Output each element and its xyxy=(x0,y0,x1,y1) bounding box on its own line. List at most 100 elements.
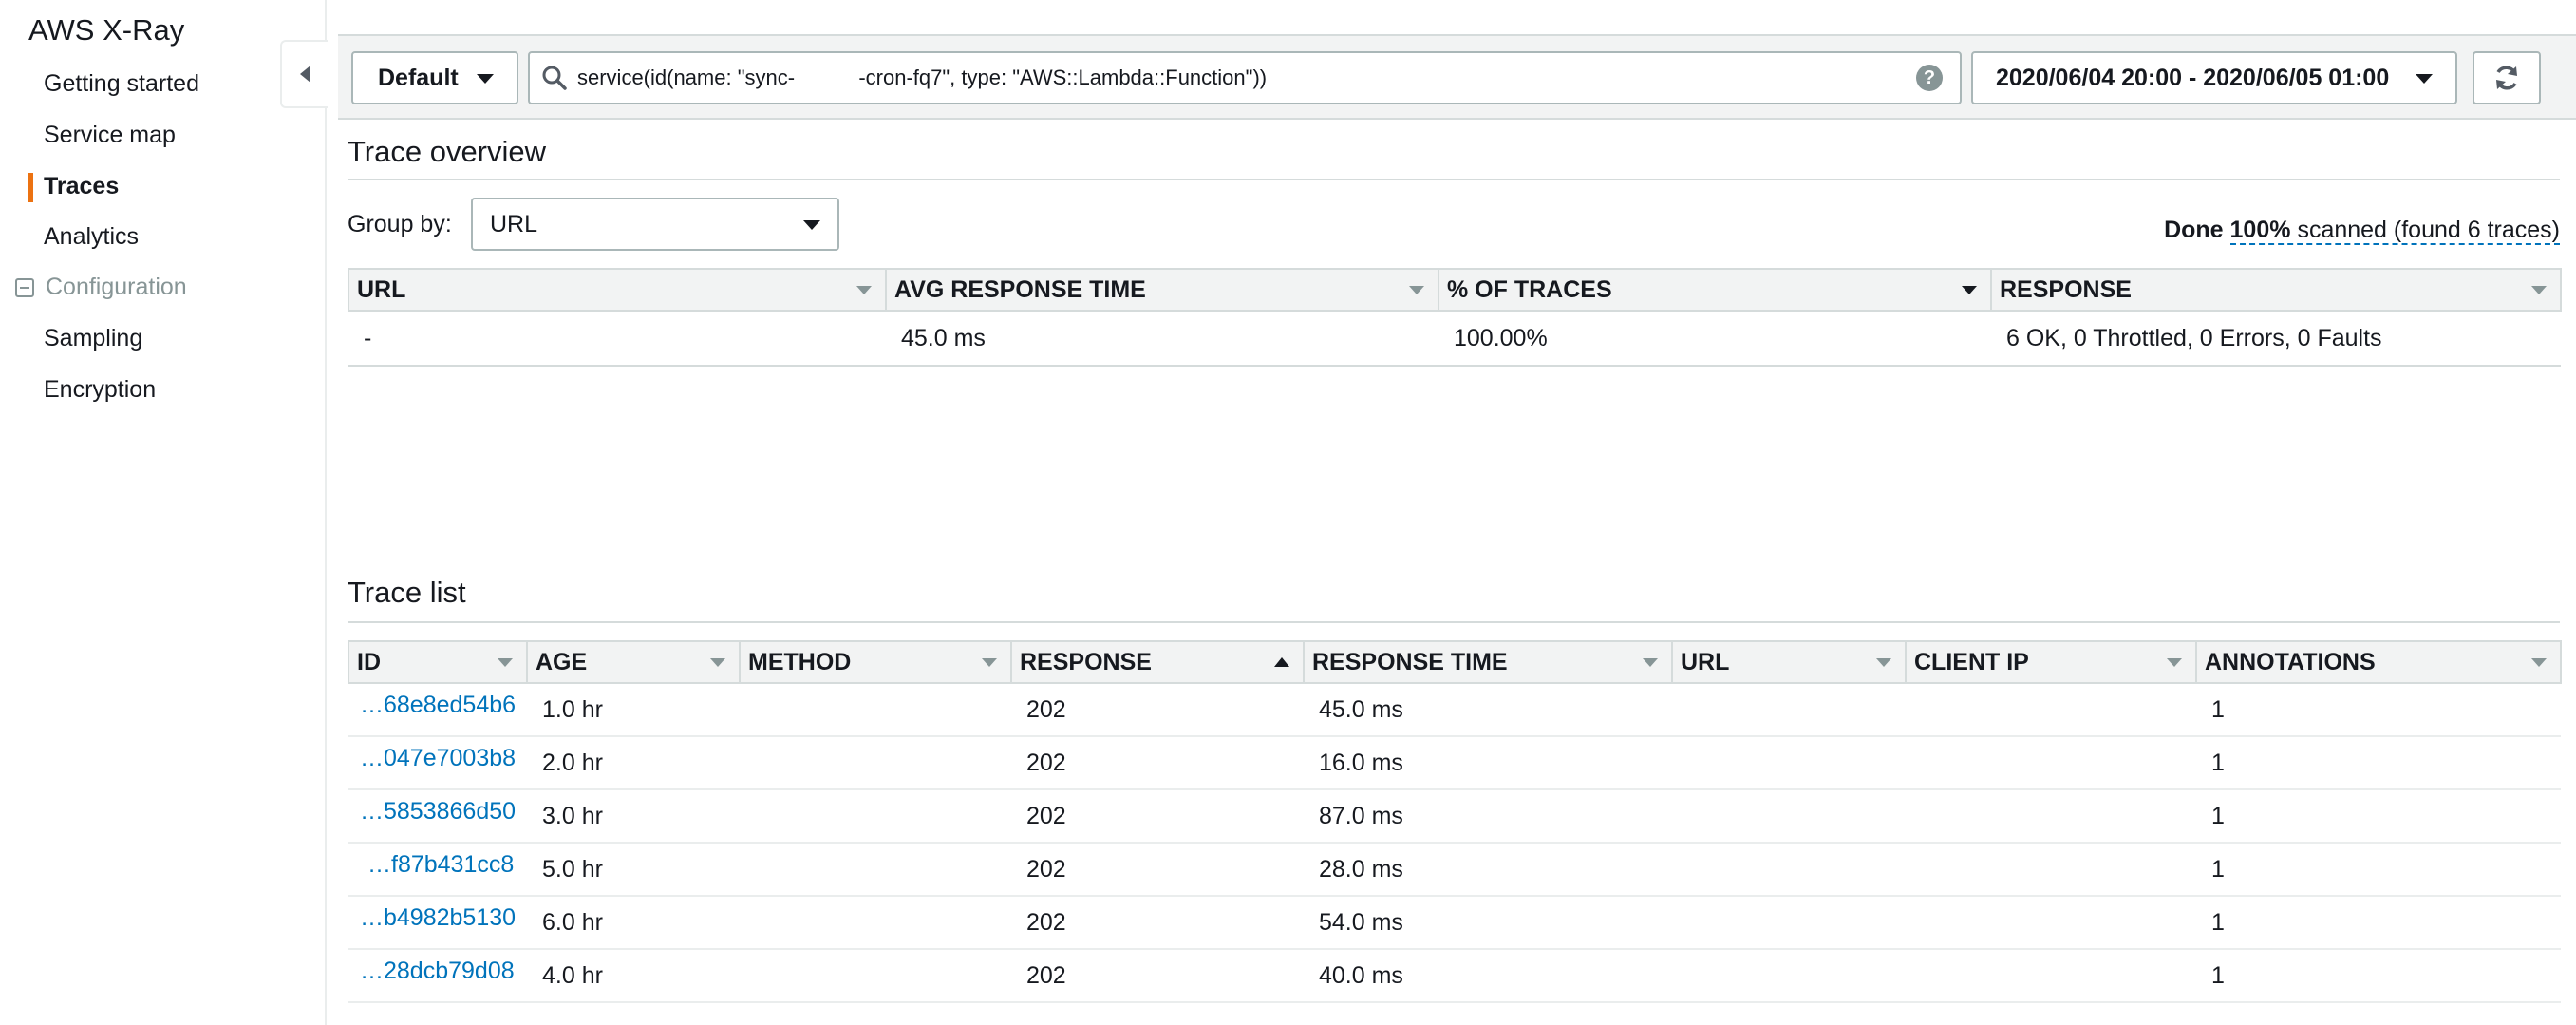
sort-caret-icon xyxy=(2531,658,2547,667)
nav-analytics[interactable]: Analytics xyxy=(44,223,139,251)
trace-overview-title: Trace overview xyxy=(348,135,547,168)
cell-age: 4.0 hr xyxy=(527,949,740,1003)
column-header-method[interactable]: METHOD xyxy=(739,640,1012,684)
column-header-id[interactable]: ID xyxy=(348,640,528,684)
cell-url xyxy=(1672,949,1906,1003)
nav-configuration-group[interactable]: Configuration xyxy=(15,274,187,301)
table-row[interactable]: …5853866d50 3.0 hr 202 87.0 ms 1 xyxy=(348,789,2561,844)
trace-id-link[interactable]: …28dcb79d08 xyxy=(360,958,515,984)
cell-annotations: 1 xyxy=(2196,896,2561,950)
column-header-annotations[interactable]: ANNOTATIONS xyxy=(2195,640,2562,684)
cell-avg-response-time: 45.0 ms xyxy=(886,311,1438,367)
group-by-value: URL xyxy=(490,210,538,237)
cell-annotations: 1 xyxy=(2196,789,2561,844)
group-by-label: Group by: xyxy=(348,211,452,237)
cell-client-ip xyxy=(1906,789,2196,844)
sidebar: AWS X-Ray Getting started Service map Tr… xyxy=(0,0,327,1025)
group-select-button[interactable]: Default xyxy=(351,51,518,104)
table-row[interactable]: …68e8ed54b6 1.0 hr 202 45.0 ms 1 xyxy=(348,683,2561,737)
help-icon[interactable]: ? xyxy=(1916,65,1943,91)
cell-method xyxy=(740,949,1011,1003)
table-row[interactable]: …28dcb79d08 4.0 hr 202 40.0 ms 1 xyxy=(348,949,2561,1003)
trace-list-table: ID AGE METHOD RESPONSE RESPONSE TIME URL… xyxy=(348,640,2562,1003)
column-header-url[interactable]: URL xyxy=(348,268,887,312)
column-header-percent-of-traces[interactable]: % OF TRACES xyxy=(1438,268,1992,312)
cell-url xyxy=(1672,843,1906,897)
sort-caret-icon xyxy=(2167,658,2182,667)
cell-annotations: 1 xyxy=(2196,949,2561,1003)
column-header-url[interactable]: URL xyxy=(1671,640,1907,684)
cell-method xyxy=(740,896,1011,950)
cell-response-time: 28.0 ms xyxy=(1304,843,1672,897)
cell-response: 202 xyxy=(1011,896,1304,950)
column-header-age[interactable]: AGE xyxy=(526,640,741,684)
trace-id-link[interactable]: …68e8ed54b6 xyxy=(360,692,516,718)
table-row[interactable]: …b4982b5130 6.0 hr 202 54.0 ms 1 xyxy=(348,896,2561,950)
table-row[interactable]: …f87b431cc8 5.0 hr 202 28.0 ms 1 xyxy=(348,843,2561,897)
column-header-response[interactable]: RESPONSE xyxy=(1010,640,1305,684)
trace-id-link[interactable]: …b4982b5130 xyxy=(360,904,516,931)
table-row[interactable]: …047e7003b8 2.0 hr 202 16.0 ms 1 xyxy=(348,736,2561,790)
sort-caret-icon xyxy=(1876,658,1891,667)
trace-list-body: …68e8ed54b6 1.0 hr 202 45.0 ms 1 …047e70… xyxy=(348,683,2561,1003)
sort-caret-icon xyxy=(2531,286,2547,294)
sort-caret-icon xyxy=(1962,286,1977,294)
nav-service-map[interactable]: Service map xyxy=(44,122,176,149)
cell-response: 202 xyxy=(1011,843,1304,897)
group-by-select[interactable]: URL xyxy=(471,198,839,251)
table-header-row: URL AVG RESPONSE TIME % OF TRACES RESPON… xyxy=(348,268,2562,312)
collapse-icon[interactable] xyxy=(15,277,34,297)
refresh-button[interactable] xyxy=(2473,51,2541,104)
nav-encryption[interactable]: Encryption xyxy=(44,376,156,404)
sort-caret-icon xyxy=(1409,286,1424,294)
cell-url xyxy=(1672,896,1906,950)
cell-response: 202 xyxy=(1011,789,1304,844)
scan-status: Done 100% scanned (found 6 traces) xyxy=(2164,217,2560,245)
filter-expression-box[interactable]: ? xyxy=(528,51,1962,104)
time-range-button[interactable]: 2020/06/04 20:00 - 2020/06/05 01:00 xyxy=(1971,51,2457,104)
cell-response: 6 OK, 0 Throttled, 0 Errors, 0 Faults xyxy=(1991,311,2561,367)
cell-annotations: 1 xyxy=(2196,843,2561,897)
trace-id-link[interactable]: …f87b431cc8 xyxy=(367,851,514,878)
app-title: AWS X-Ray xyxy=(28,13,185,47)
trace-id-link[interactable]: …047e7003b8 xyxy=(360,745,516,771)
cell-response-time: 54.0 ms xyxy=(1304,896,1672,950)
cell-url xyxy=(1672,789,1906,844)
section-divider xyxy=(348,179,2560,180)
cell-url: - xyxy=(348,311,886,367)
scan-status-detail: scanned (found 6 traces) xyxy=(2297,217,2560,243)
cell-response: 202 xyxy=(1011,949,1304,1003)
cell-annotations: 1 xyxy=(2196,736,2561,790)
cell-method xyxy=(740,843,1011,897)
cell-method xyxy=(740,683,1011,737)
section-divider xyxy=(348,621,2560,623)
table-header-row: ID AGE METHOD RESPONSE RESPONSE TIME URL… xyxy=(348,640,2562,684)
column-header-client-ip[interactable]: CLIENT IP xyxy=(1905,640,2197,684)
caret-down-icon xyxy=(2416,74,2433,84)
group-select-label: Default xyxy=(378,64,459,91)
trace-list-title: Trace list xyxy=(348,576,466,609)
scan-status-percent: 100% xyxy=(2229,217,2291,243)
cell-response-time: 40.0 ms xyxy=(1304,949,1672,1003)
cell-age: 5.0 hr xyxy=(527,843,740,897)
column-header-response-time[interactable]: RESPONSE TIME xyxy=(1303,640,1673,684)
filter-expression-input[interactable] xyxy=(575,55,1886,101)
cell-client-ip xyxy=(1906,949,2196,1003)
cell-url xyxy=(1672,736,1906,790)
nav-traces[interactable]: Traces xyxy=(28,173,119,202)
column-header-avg-response-time[interactable]: AVG RESPONSE TIME xyxy=(885,268,1439,312)
sort-ascending-icon xyxy=(1274,657,1289,667)
table-row[interactable]: - 45.0 ms 100.00% 6 OK, 0 Throttled, 0 E… xyxy=(348,311,2561,367)
refresh-icon xyxy=(2496,66,2517,90)
cell-percent-of-traces: 100.00% xyxy=(1438,311,1991,367)
time-range-label: 2020/06/04 20:00 - 2020/06/05 01:00 xyxy=(1996,64,2390,91)
sidebar-collapse-button[interactable] xyxy=(280,40,328,108)
cell-age: 6.0 hr xyxy=(527,896,740,950)
cell-client-ip xyxy=(1906,896,2196,950)
nav-sampling[interactable]: Sampling xyxy=(44,325,142,352)
trace-id-link[interactable]: …5853866d50 xyxy=(360,798,516,825)
nav-getting-started[interactable]: Getting started xyxy=(44,70,199,98)
column-header-response[interactable]: RESPONSE xyxy=(1990,268,2562,312)
sort-caret-icon xyxy=(856,286,872,294)
cell-method xyxy=(740,736,1011,790)
